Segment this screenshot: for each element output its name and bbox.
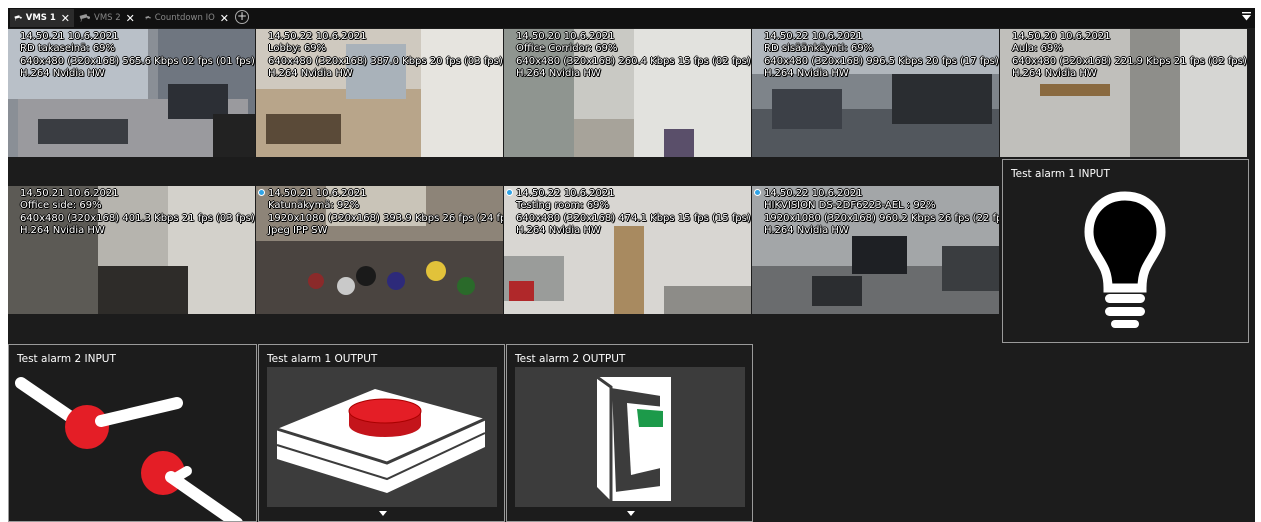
tab-close-icon[interactable]: ✕ bbox=[61, 12, 70, 25]
camera-feed-image bbox=[752, 29, 999, 157]
alarm-title: Test alarm 1 OUTPUT bbox=[267, 353, 378, 365]
tab-label: VMS 1 bbox=[25, 13, 56, 23]
alarm-output-panel[interactable] bbox=[267, 367, 497, 507]
alarm-tile-2-output[interactable]: Test alarm 2 OUTPUT bbox=[506, 344, 753, 522]
camera-tile-rd-takaseina[interactable]: 14.50.21 10.6.2021 RD takaseinä: 69% 640… bbox=[8, 29, 255, 157]
camera-icon bbox=[79, 14, 90, 22]
tab-close-icon[interactable]: ✕ bbox=[220, 12, 229, 25]
camera-tile-office-side[interactable]: 14.50.21 10.6.2021 Office side: 69% 640x… bbox=[8, 186, 255, 314]
alarm-title: Test alarm 2 INPUT bbox=[17, 353, 116, 365]
vms-window: VMS 1 ✕ VMS 2 ✕ Countdown IO ✕ + 14.50.2… bbox=[8, 8, 1255, 522]
tab-label: Countdown IO bbox=[154, 13, 215, 23]
camera-feed-image bbox=[256, 29, 503, 157]
switch-levers-icon bbox=[15, 377, 243, 521]
camera-icon bbox=[14, 15, 22, 21]
camera-feed-image bbox=[504, 29, 751, 157]
add-tab-icon[interactable]: + bbox=[235, 10, 249, 24]
camera-feed-image bbox=[1000, 29, 1247, 157]
live-indicator bbox=[258, 189, 265, 196]
tab-label: VMS 2 bbox=[94, 13, 121, 23]
camera-feed-image bbox=[504, 186, 751, 314]
wall-switch-icon bbox=[596, 375, 671, 501]
tab-vms-1[interactable]: VMS 1 ✕ bbox=[10, 9, 74, 27]
live-indicator bbox=[506, 189, 513, 196]
camera-icon bbox=[145, 15, 151, 20]
tab-countdown-io[interactable]: Countdown IO ✕ bbox=[141, 9, 233, 27]
menu-dropdown-icon[interactable] bbox=[1242, 12, 1251, 21]
camera-tile-testing-room[interactable]: 14.50.22 10.6.2021 Testing room: 69% 640… bbox=[504, 186, 751, 314]
camera-tile-aula[interactable]: 14.50.20 10.6.2021 Aula: 69% 640x480 (32… bbox=[1000, 29, 1247, 157]
camera-tile-katunakyma[interactable]: 14.50.21 10.6.2021 Katunäkymä: 92% 1920x… bbox=[256, 186, 503, 314]
camera-tile-hikvision[interactable]: 14.50.22 10.6.2021 HIKVISION DS-2DF6223-… bbox=[752, 186, 999, 314]
camera-tile-lobby[interactable]: 14.50.22 10.6.2021 Lobby: 69% 640x480 (3… bbox=[256, 29, 503, 157]
chevron-down-icon[interactable] bbox=[627, 511, 635, 516]
alarm-title: Test alarm 1 INPUT bbox=[1011, 168, 1110, 180]
live-indicator bbox=[754, 189, 761, 196]
camera-tile-office-corridor[interactable]: 14.50.20 10.6.2021 Office Corridor: 69% … bbox=[504, 29, 751, 157]
tab-vms-2[interactable]: VMS 2 ✕ bbox=[75, 9, 140, 27]
alarm-tile-2-input[interactable]: Test alarm 2 INPUT bbox=[8, 344, 257, 522]
camera-feed-image bbox=[752, 186, 999, 314]
camera-feed-image bbox=[8, 186, 255, 314]
alarm-output-panel[interactable] bbox=[515, 367, 745, 507]
camera-feed-image bbox=[8, 29, 255, 157]
alarm-tile-1-output[interactable]: Test alarm 1 OUTPUT bbox=[258, 344, 505, 522]
red-push-button-icon bbox=[276, 389, 486, 493]
alarm-tile-1-input[interactable]: Test alarm 1 INPUT bbox=[1002, 159, 1249, 343]
chevron-down-icon[interactable] bbox=[379, 511, 387, 516]
tab-bar: VMS 1 ✕ VMS 2 ✕ Countdown IO ✕ + bbox=[8, 8, 1255, 28]
camera-feed-image bbox=[256, 186, 503, 314]
camera-tile-rd-sisaankaynti[interactable]: 14.50.22 10.6.2021 RD sisäänkäynti: 69% … bbox=[752, 29, 999, 157]
lightbulb-icon bbox=[1084, 191, 1166, 328]
tab-close-icon[interactable]: ✕ bbox=[126, 12, 135, 25]
alarm-title: Test alarm 2 OUTPUT bbox=[515, 353, 626, 365]
